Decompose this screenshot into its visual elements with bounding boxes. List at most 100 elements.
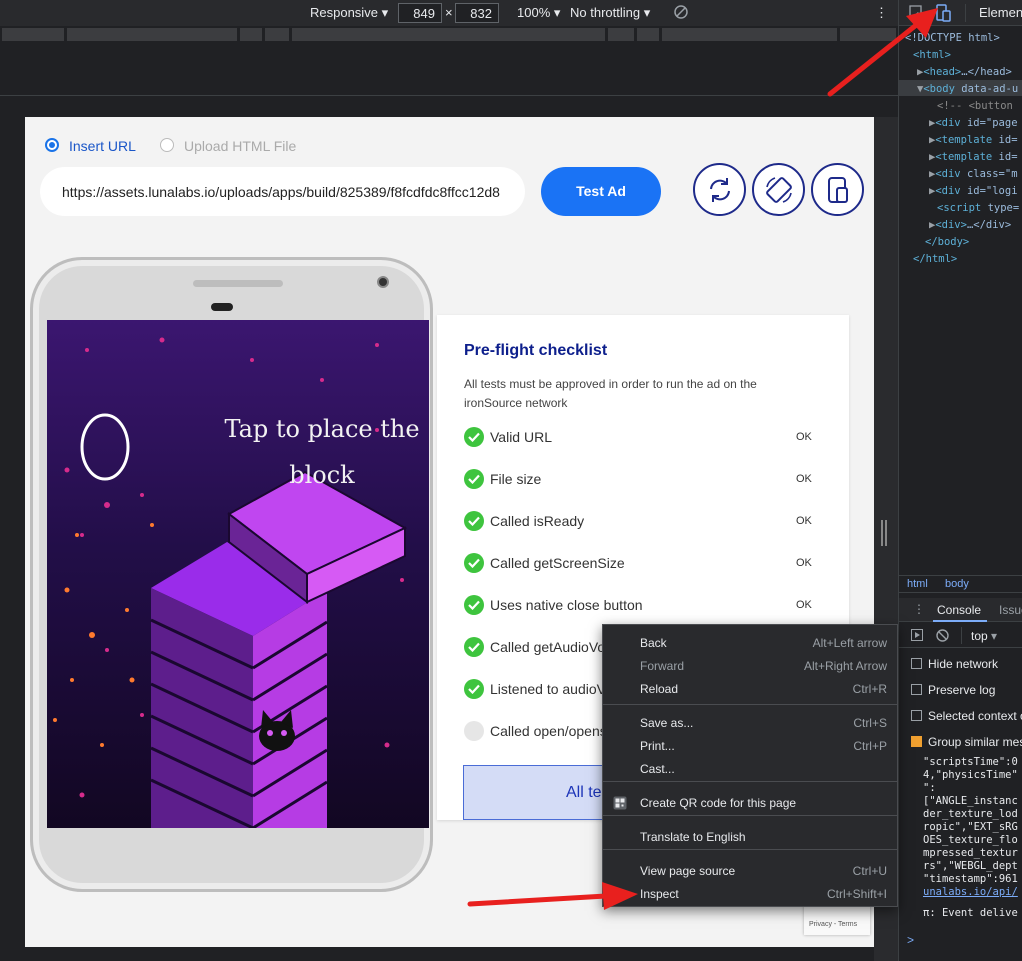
breadcrumb-html[interactable]: html	[907, 578, 928, 590]
menu-item-label: Translate to English	[640, 830, 746, 844]
clear-console-icon[interactable]	[936, 629, 949, 645]
dom-node[interactable]: ▶<template id=	[929, 132, 1018, 149]
console-setting-checkbox[interactable]: Selected context o	[911, 709, 1022, 723]
active-tab-indicator	[933, 620, 987, 622]
console-line: ["ANGLE_instanc	[923, 795, 1018, 807]
check-circle-icon	[464, 637, 484, 657]
checklist-item-status: OK	[796, 431, 812, 443]
context-menu: Back Alt+Left arrow Forward Alt+Right Arrow…	[602, 624, 898, 907]
dom-tag: <template	[935, 151, 993, 163]
resize-handle[interactable]	[881, 520, 887, 546]
width-input[interactable]: 849	[398, 3, 442, 23]
menu-item-shortcut: Alt+Right Arrow	[803, 659, 887, 673]
checklist-item-status: OK	[796, 557, 812, 569]
tab-console[interactable]: Console	[937, 603, 981, 617]
checkbox[interactable]	[911, 684, 922, 695]
console-source-link[interactable]: unalabs.io/api/	[923, 886, 1018, 899]
dom-node[interactable]: </body>	[925, 234, 969, 251]
dom-text: id=	[992, 151, 1018, 163]
tab-issues[interactable]: Issue	[999, 603, 1022, 617]
menu-item-cast[interactable]: Cast...	[603, 758, 897, 780]
menu-item-label: Back	[640, 636, 667, 650]
media-query-segment[interactable]	[2, 28, 64, 41]
checklist-item-label: Listened to audioV	[490, 681, 606, 697]
dom-node[interactable]: </html>	[913, 251, 957, 268]
console-setting-checkbox[interactable]: Preserve log	[911, 683, 995, 697]
media-query-segment[interactable]	[608, 28, 634, 41]
rotate-icon[interactable]	[673, 4, 689, 23]
sidebar-toggle-icon[interactable]	[911, 629, 923, 644]
dom-node[interactable]: ▶<template id=	[929, 149, 1018, 166]
radio-insert-url[interactable]	[45, 138, 59, 152]
url-input[interactable]	[40, 167, 525, 216]
media-query-segment[interactable]	[662, 28, 837, 41]
checkbox[interactable]	[911, 736, 922, 747]
checklist-item: Uses native close button OK	[464, 595, 824, 619]
menu-item-print[interactable]: Print... Ctrl+P	[603, 735, 897, 757]
radio-upload-html-label[interactable]: Upload HTML File	[184, 138, 296, 154]
menu-item-label: Print...	[640, 739, 675, 753]
checkbox[interactable]	[911, 658, 922, 669]
menu-item-back[interactable]: Back Alt+Left arrow	[603, 632, 897, 654]
ad-preview-screen[interactable]: Tap to place the block	[47, 320, 429, 828]
checklist-item-label: Called open/opens	[490, 723, 607, 739]
checklist-item-label: Uses native close button	[490, 597, 643, 613]
console-line: ropic","EXT_sRG	[923, 821, 1018, 833]
annotation-arrow-icon	[467, 882, 638, 910]
phone-speaker	[193, 280, 283, 287]
menu-item-label: Create QR code for this page	[640, 796, 797, 810]
console-setting-checkbox[interactable]: Group similar mes	[911, 735, 1022, 749]
media-query-segment[interactable]	[265, 28, 289, 41]
tab-divider	[965, 4, 966, 22]
device-toolbar: Responsive ▾ 849 × 832 100% ▾ No throttl…	[0, 0, 898, 26]
console-toolbar: top ▾	[899, 624, 1022, 648]
media-query-segment[interactable]	[292, 28, 605, 41]
radio-insert-url-label[interactable]: Insert URL	[69, 138, 136, 154]
console-prompt[interactable]: >	[907, 933, 914, 947]
dom-text: id=	[992, 134, 1018, 146]
dom-node[interactable]: <script type=	[937, 200, 1019, 217]
console-setting-checkbox[interactable]: Hide network	[911, 657, 998, 671]
dom-text: …</div>	[966, 219, 1012, 231]
context-select[interactable]: top ▾	[971, 629, 997, 643]
context-label: top	[971, 629, 988, 643]
menu-item-reload[interactable]: Reload Ctrl+R	[603, 678, 897, 700]
throttling-select[interactable]: No throttling ▾	[570, 5, 650, 21]
dom-node[interactable]: <!-- <button	[937, 98, 1013, 115]
radio-upload-html[interactable]	[160, 138, 174, 152]
dom-node[interactable]: ▶<div id="logi	[929, 183, 1018, 200]
menu-item-translate[interactable]: Translate to English	[603, 826, 897, 848]
devices-icon	[828, 177, 848, 203]
zoom-select[interactable]: 100% ▾	[517, 5, 560, 21]
device-toggle-button[interactable]	[811, 163, 864, 216]
media-query-segment[interactable]	[637, 28, 659, 41]
dom-node[interactable]: ▶<div>…</div>	[929, 217, 1011, 234]
menu-item-view-page-source[interactable]: View page source Ctrl+U	[603, 860, 897, 882]
test-ad-button[interactable]: Test Ad	[541, 167, 661, 216]
menu-item-save-as[interactable]: Save as... Ctrl+S	[603, 712, 897, 734]
dom-node[interactable]: ▶<div class="m	[929, 166, 1018, 183]
menu-item-create-qr-code[interactable]: Create QR code for this page	[603, 792, 897, 814]
dom-breadcrumb: html body	[899, 575, 1022, 593]
console-output: "scriptsTime":0 4,"physicsTime" ": ["ANGLE_…	[923, 756, 1018, 920]
tab-elements[interactable]: Elements	[979, 5, 1022, 20]
checkbox[interactable]	[911, 710, 922, 721]
drawer-tabbar: ⋮ Console Issue	[899, 598, 1022, 622]
devtools-panel: Elements <!DOCTYPE html><html>▶<head>…</…	[898, 0, 1022, 961]
drawer-menu-icon[interactable]: ⋮	[913, 602, 925, 616]
menu-item-inspect[interactable]: Inspect Ctrl+Shift+I	[603, 883, 897, 905]
breadcrumb-body[interactable]: body	[945, 578, 969, 590]
media-query-segment[interactable]	[240, 28, 262, 41]
device-select[interactable]: Responsive ▾	[310, 5, 388, 21]
reload-ad-button[interactable]	[693, 163, 746, 216]
zoom-label: 100%	[517, 5, 551, 20]
phone-frame: Tap to place the block	[30, 257, 433, 892]
dom-text: id="page	[960, 117, 1018, 129]
height-input[interactable]: 832	[455, 3, 499, 23]
dom-tag: <div	[935, 117, 961, 129]
recaptcha-terms-link[interactable]: Privacy - Terms	[809, 921, 857, 928]
dom-node[interactable]: ▶<div id="page	[929, 115, 1018, 132]
rotate-device-button[interactable]	[752, 163, 805, 216]
media-query-segment[interactable]	[67, 28, 237, 41]
dom-tag: <div	[935, 185, 961, 197]
